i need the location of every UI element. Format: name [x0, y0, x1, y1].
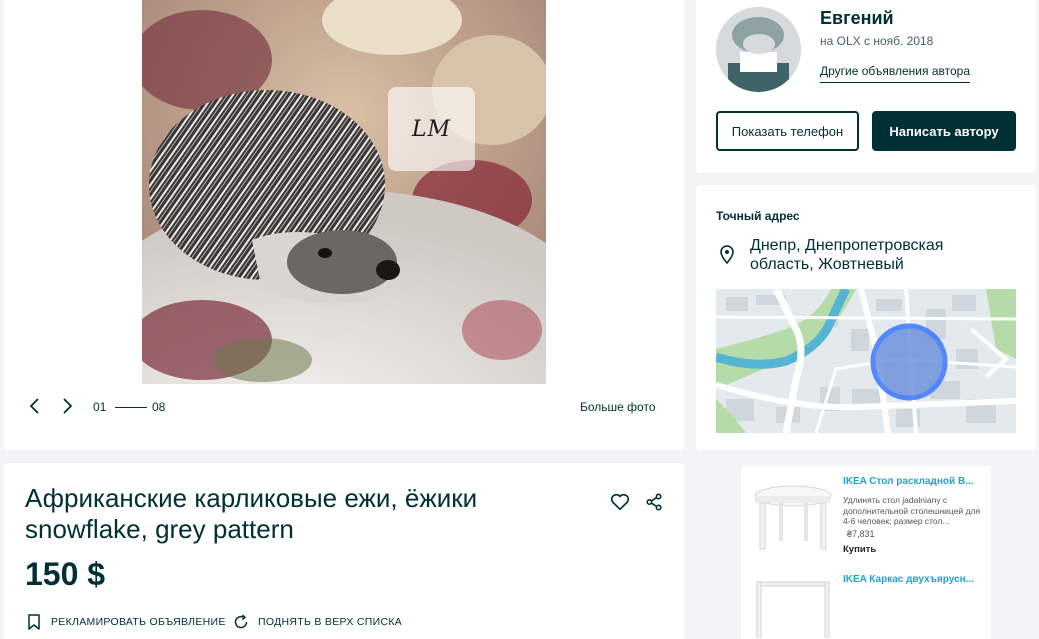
show-phone-button[interactable]: Показать телефон	[716, 111, 859, 151]
seller-name: Евгений	[820, 8, 894, 28]
ad-title[interactable]: IKEA Стол раскладной В...	[843, 476, 983, 487]
listing-photo[interactable]: LM	[142, 0, 546, 384]
seller-member-since: на OLX с нояб. 2018	[820, 34, 934, 48]
raise-ad-link[interactable]: Поднять в верх списка	[232, 613, 402, 631]
refresh-icon	[234, 614, 248, 629]
advertisement-block: IKEA Стол раскладной В... Удлинять стол …	[741, 466, 991, 639]
more-photos-link[interactable]: Больше фото	[580, 400, 656, 414]
photo-counter-total: 08	[152, 400, 166, 414]
avatar[interactable]	[716, 7, 801, 92]
location-heading: Точный адрес	[716, 209, 800, 223]
photo-gallery: LM 01 08 Больше фото	[4, 0, 684, 450]
promote-ad-label: Рекламировать объявление	[51, 616, 226, 628]
raise-ad-label: Поднять в верх списка	[258, 616, 403, 628]
photo-counter-divider	[115, 407, 147, 408]
watermark-logo: LM	[388, 87, 475, 171]
bookmark-icon	[28, 614, 40, 630]
heart-icon[interactable]	[609, 491, 631, 513]
location-card: Точный адрес Днепр, Днепропетровская обл…	[696, 185, 1036, 450]
chevron-right-icon[interactable]	[57, 396, 77, 416]
location-pin-icon	[718, 244, 736, 265]
map-image	[716, 289, 1016, 433]
table-product-image	[754, 485, 832, 550]
listing-title: Африканские карликовые ежи, ёжики snowfl…	[25, 483, 478, 544]
ad-buy-link[interactable]: Купить	[843, 544, 876, 555]
user-avatar-icon	[716, 7, 801, 92]
listing-info-card: Африканские карликовые ежи, ёжики snowfl…	[4, 463, 684, 639]
ad-price: ₴7,831	[847, 529, 875, 539]
location-map[interactable]	[716, 289, 1016, 433]
ad-title[interactable]: IKEA Каркас двухъярусн...	[843, 574, 983, 585]
write-author-button[interactable]: Написать автору	[872, 111, 1016, 151]
hedgehog-photo-image	[142, 0, 546, 384]
bunk-bed-product-image	[756, 581, 830, 639]
ad-product-image[interactable]	[749, 474, 837, 562]
ad-description: Удлинять стол jadalniany с дополнительно…	[843, 495, 981, 526]
listing-price: 150 $	[25, 556, 106, 592]
seller-card: Евгений на OLX с нояб. 2018 Другие объяв…	[696, 0, 1036, 173]
seller-other-ads-link[interactable]: Другие объявления автора	[820, 64, 971, 83]
chevron-left-icon[interactable]	[25, 396, 45, 416]
promote-ad-link[interactable]: Рекламировать объявление	[25, 613, 226, 631]
location-address: Днепр, Днепропетровская область, Жовтнев…	[750, 237, 944, 273]
ad-product-image[interactable]	[749, 578, 837, 639]
share-icon[interactable]	[643, 491, 665, 513]
photo-counter-current: 01	[93, 400, 107, 414]
